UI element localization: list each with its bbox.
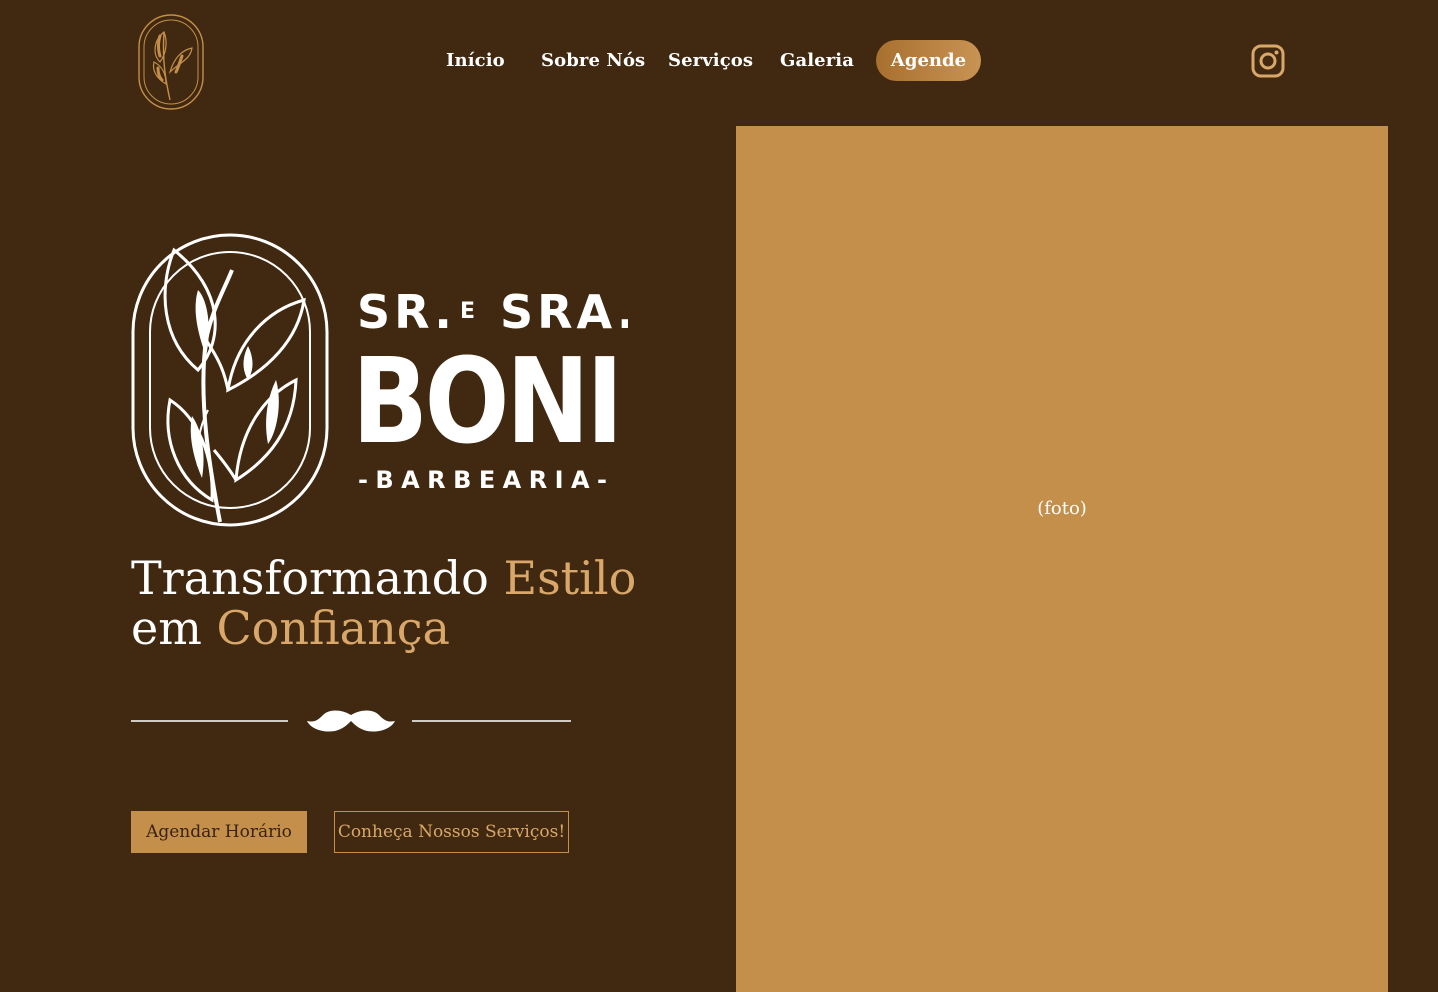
svg-text:BONI: BONI xyxy=(352,332,620,470)
svg-text:SRA.: SRA. xyxy=(500,285,628,339)
hero-headline: Transformando Estilo em Confiança xyxy=(131,553,691,653)
schedule-button[interactable]: Agendar Horário xyxy=(131,811,307,853)
nav-link-galeria[interactable]: Galeria xyxy=(780,40,854,81)
instagram-icon[interactable] xyxy=(1250,43,1286,79)
headline-accent-2: Confiança xyxy=(216,601,450,655)
headline-accent-1: Estilo xyxy=(503,551,637,605)
svg-text:-BARBEARIA-: -BARBEARIA- xyxy=(358,466,616,494)
svg-text:E: E xyxy=(460,299,475,324)
brand-logo: SR. E SRA. BONI -BARBEARIA- xyxy=(131,233,628,527)
nav-link-sobre-nos[interactable]: Sobre Nós xyxy=(541,40,645,81)
svg-text:SR.: SR. xyxy=(357,285,456,339)
hero-photo: (foto) xyxy=(736,126,1388,992)
agende-button[interactable]: Agende xyxy=(876,40,981,81)
page: Início Sobre Nós Serviços Galeria Agende xyxy=(0,0,1438,992)
mustache-icon xyxy=(307,710,395,732)
mustache-divider xyxy=(131,710,571,732)
nav-link-inicio[interactable]: Início xyxy=(446,40,505,81)
main-nav: Início Sobre Nós Serviços Galeria Agende xyxy=(0,40,1438,81)
services-button[interactable]: Conheça Nossos Serviços! xyxy=(334,811,569,853)
photo-placeholder-label: (foto) xyxy=(1037,498,1087,519)
headline-text-1: Transformando xyxy=(131,551,504,605)
nav-link-servicos[interactable]: Serviços xyxy=(668,40,753,81)
headline-text-2: em xyxy=(131,601,217,655)
